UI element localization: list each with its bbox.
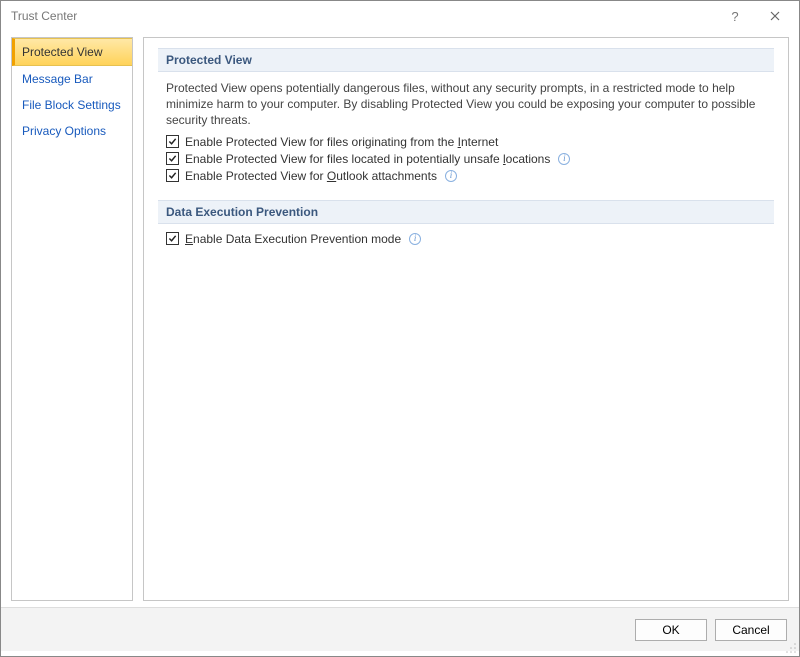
info-icon[interactable]: i [409,233,421,245]
sidebar-item-privacy-options[interactable]: Privacy Options [12,118,132,144]
help-button[interactable]: ? [715,2,755,30]
sidebar: Protected View Message Bar File Block Se… [11,37,133,601]
sidebar-item-label: Protected View [22,45,103,59]
checkbox-unsafe-locations[interactable]: Enable Protected View for files located … [166,152,766,166]
sidebar-item-label: Privacy Options [22,124,106,138]
checkbox-internet-files[interactable]: Enable Protected View for files originat… [166,135,766,149]
info-icon[interactable]: i [558,153,570,165]
help-icon: ? [731,9,738,24]
checkbox-dep-mode[interactable]: Enable Data Execution Prevention mode i [166,232,766,246]
resize-grip-icon[interactable] [785,642,797,654]
sidebar-item-label: File Block Settings [22,98,121,112]
section-body-dep: Enable Data Execution Prevention mode i [158,232,774,263]
checkbox-label: Enable Protected View for Outlook attach… [185,169,437,183]
checkbox-outlook-attachments[interactable]: Enable Protected View for Outlook attach… [166,169,766,183]
sidebar-item-label: Message Bar [22,72,93,86]
checkbox-label: Enable Protected View for files originat… [185,135,498,149]
section-header-dep: Data Execution Prevention [158,200,774,224]
cancel-button[interactable]: Cancel [715,619,787,641]
dialog-body: Protected View Message Bar File Block Se… [1,31,799,607]
section-body-protected-view: Protected View opens potentially dangero… [158,80,774,200]
dialog-window: Trust Center ? Protected View Message Ba… [1,1,799,656]
checkbox-icon [166,135,179,148]
sidebar-item-message-bar[interactable]: Message Bar [12,66,132,92]
checkbox-icon [166,169,179,182]
titlebar: Trust Center ? [1,1,799,31]
dialog-footer: OK Cancel [1,607,799,651]
window-title: Trust Center [11,9,77,23]
checkbox-icon [166,152,179,165]
checkbox-label: Enable Protected View for files located … [185,152,550,166]
sidebar-item-file-block-settings[interactable]: File Block Settings [12,92,132,118]
content-pane: Protected View Protected View opens pote… [143,37,789,601]
checkbox-label: Enable Data Execution Prevention mode [185,232,401,246]
section-header-protected-view: Protected View [158,48,774,72]
protected-view-description: Protected View opens potentially dangero… [166,80,766,129]
checkbox-icon [166,232,179,245]
info-icon[interactable]: i [445,170,457,182]
close-icon [770,11,780,21]
close-button[interactable] [755,2,795,30]
ok-button[interactable]: OK [635,619,707,641]
sidebar-item-protected-view[interactable]: Protected View [12,38,132,66]
